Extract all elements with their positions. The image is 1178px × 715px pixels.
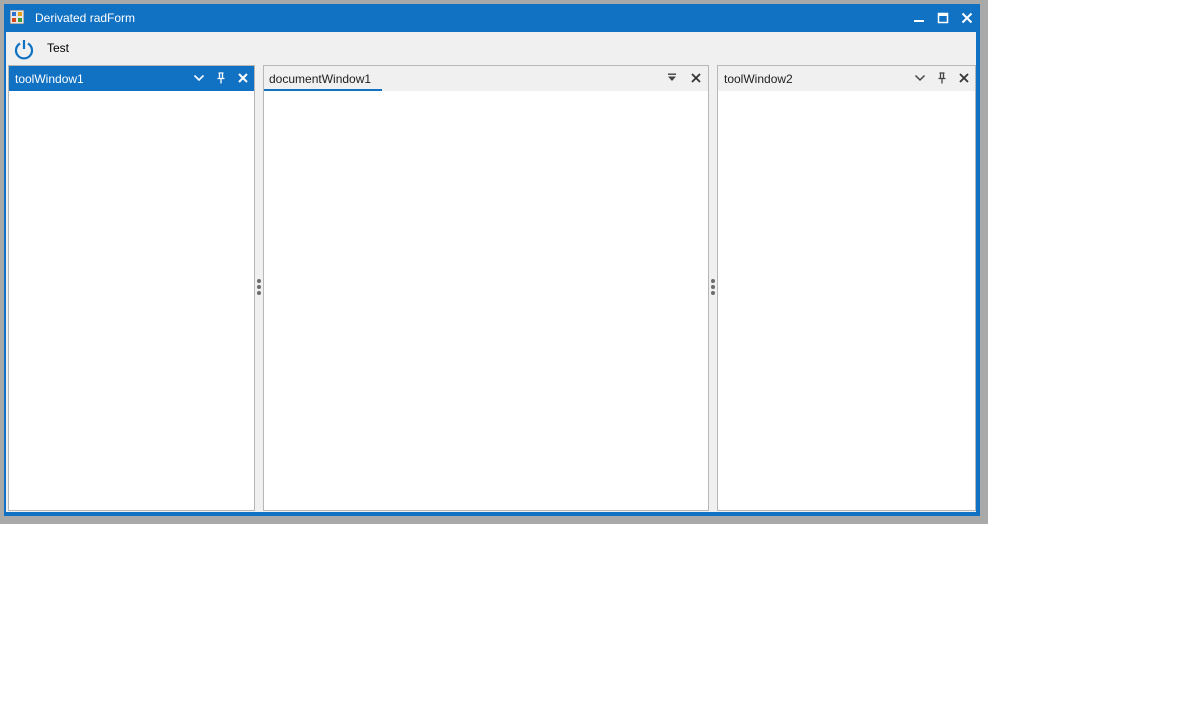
tool-window-1-header[interactable]: toolWindow1 (9, 66, 254, 91)
client-area: Test toolWindow1 documentWindow1 toolWin… (6, 32, 976, 512)
desktop-frame: Derivated radForm Test toolWindow1 docum… (0, 0, 988, 524)
tab-document-window-1[interactable]: documentWindow1 (264, 66, 382, 91)
power-icon[interactable] (13, 38, 35, 60)
minimize-icon[interactable] (910, 9, 928, 27)
title-bar[interactable]: Derivated radForm (4, 4, 980, 32)
main-window: Derivated radForm Test toolWindow1 docum… (4, 4, 980, 516)
toolbar: Test (6, 32, 976, 63)
menu-item-test[interactable]: Test (47, 41, 69, 55)
tool-window-2: toolWindow2 (717, 65, 976, 511)
splitter-grip-left[interactable] (256, 279, 262, 295)
pin-icon[interactable] (214, 71, 228, 85)
close-icon[interactable] (236, 71, 250, 85)
pin-icon[interactable] (935, 71, 949, 85)
maximize-icon[interactable] (934, 9, 952, 27)
window-title: Derivated radForm (35, 11, 136, 25)
document-window-1: documentWindow1 (263, 65, 709, 511)
document-tabstrip: documentWindow1 (264, 66, 708, 91)
tool-window-2-title: toolWindow2 (724, 72, 793, 86)
close-icon[interactable] (958, 9, 976, 27)
splitter-grip-right[interactable] (710, 279, 716, 295)
tool-window-2-header[interactable]: toolWindow2 (718, 66, 975, 91)
close-icon[interactable] (689, 71, 703, 85)
close-icon[interactable] (957, 71, 971, 85)
document-window-1-tab-label: documentWindow1 (269, 72, 372, 86)
chevron-down-icon[interactable] (913, 71, 927, 85)
dropdown-arrow-icon[interactable] (665, 71, 679, 85)
tool-window-1-title: toolWindow1 (15, 72, 84, 86)
tool-window-1: toolWindow1 (8, 65, 255, 511)
app-icon (10, 10, 24, 24)
chevron-down-icon[interactable] (192, 71, 206, 85)
